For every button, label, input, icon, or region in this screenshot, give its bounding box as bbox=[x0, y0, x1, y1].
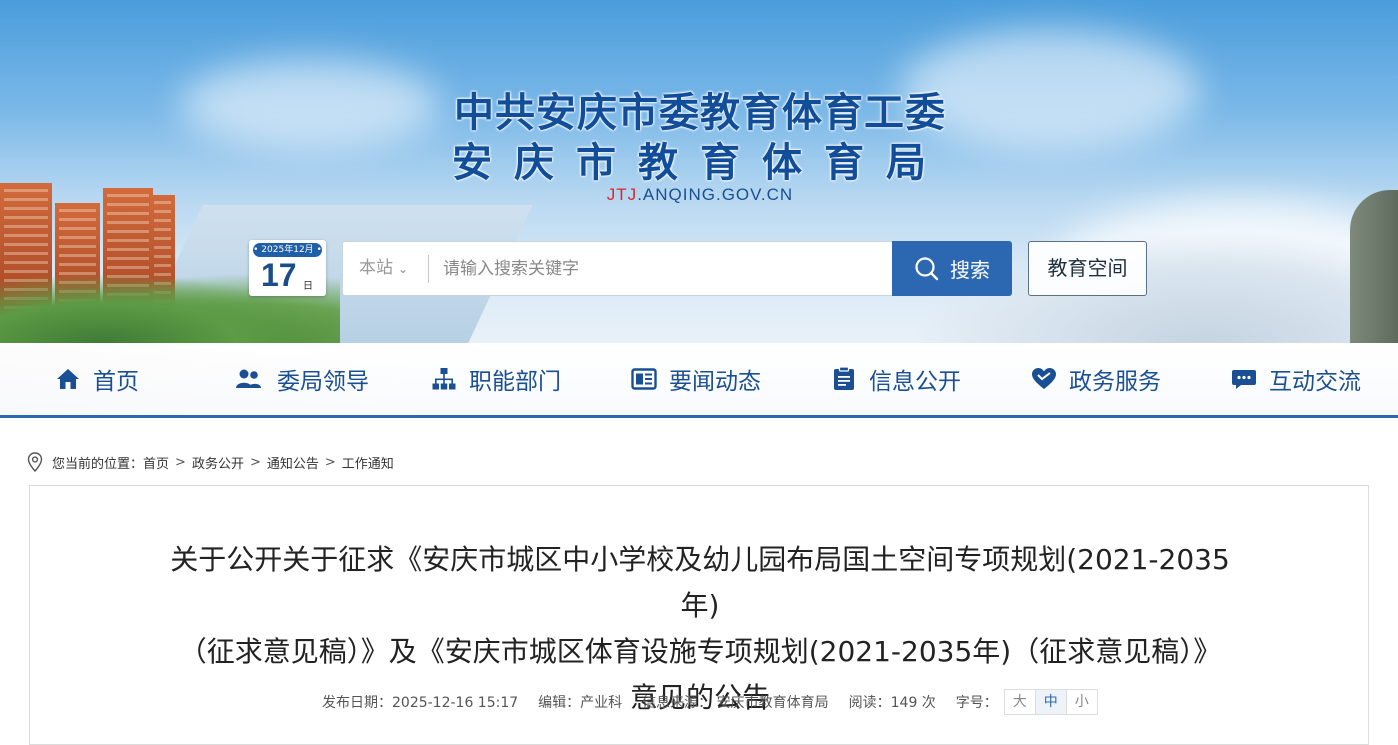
chevron-down-icon: ⌄ bbox=[398, 262, 409, 276]
article-meta: 发布日期：2025-12-16 15:17 编辑：产业科 信息来源： 安庆市教育… bbox=[322, 689, 1098, 715]
font-size-switcher: 大 中 小 bbox=[1003, 689, 1098, 715]
search-bar: 本站 ⌄ 搜索 bbox=[342, 241, 1012, 296]
location-pin-icon bbox=[27, 452, 43, 472]
nav-item-interaction[interactable]: 互动交流 bbox=[1231, 343, 1361, 415]
chat-icon bbox=[1232, 370, 1256, 389]
nav-label: 要闻动态 bbox=[669, 369, 761, 395]
domain-prefix: JTJ bbox=[606, 185, 638, 204]
document-icon bbox=[834, 366, 854, 390]
breadcrumb-separator: > bbox=[324, 454, 336, 470]
article-title-line2: （征求意见稿）》及《安庆市城区体育设施专项规划(2021-2035年)（征求意见… bbox=[178, 635, 1222, 668]
users-icon bbox=[236, 369, 261, 388]
search-input[interactable] bbox=[431, 248, 895, 290]
main-nav: 首页 委局领导 职能部门 要闻动态 信息公开 政务服务 互动交流 bbox=[0, 343, 1398, 418]
read-count: 阅读：149 次 bbox=[848, 695, 936, 711]
site-title-line2: 安庆市教育体育局 bbox=[452, 140, 948, 186]
article-title-line1: 关于公开关于征求《安庆市城区中小学校及幼儿园布局国土空间专项规划(2021-20… bbox=[170, 543, 1230, 622]
publish-date: 发布日期：2025-12-16 15:17 bbox=[322, 695, 519, 711]
newspaper-icon bbox=[631, 368, 657, 390]
nav-item-leaders[interactable]: 委局领导 bbox=[231, 343, 369, 415]
breadcrumb-separator: > bbox=[249, 454, 261, 470]
date-year-month: • 2025年12月 • bbox=[253, 243, 322, 257]
font-size-label: 字号： bbox=[955, 695, 998, 711]
nav-label: 委局领导 bbox=[277, 369, 369, 395]
breadcrumb-notices[interactable]: 通知公告 bbox=[267, 453, 319, 472]
nav-label: 政务服务 bbox=[1069, 369, 1161, 395]
breadcrumb: 您当前的位置： 首页 > 政务公开 > 通知公告 > 工作通知 bbox=[27, 452, 394, 472]
breadcrumb-separator: > bbox=[175, 454, 186, 470]
domain-suffix: .ANQING.GOV.CN bbox=[637, 185, 794, 204]
editor: 编辑：产业科 bbox=[538, 695, 623, 711]
org-chart-icon bbox=[432, 368, 456, 390]
font-size-large-button[interactable]: 大 bbox=[1005, 690, 1036, 714]
search-button[interactable]: 搜索 bbox=[892, 241, 1012, 296]
search-button-label: 搜索 bbox=[950, 258, 990, 282]
date-card: • 2025年12月 • 17 日 bbox=[249, 240, 326, 296]
heart-icon bbox=[1032, 368, 1056, 389]
breadcrumb-home[interactable]: 首页 bbox=[143, 453, 169, 472]
breadcrumb-work-notices[interactable]: 工作通知 bbox=[342, 453, 394, 472]
nav-label: 信息公开 bbox=[869, 369, 961, 395]
article-panel: 关于公开关于征求《安庆市城区中小学校及幼儿园布局国土空间专项规划(2021-20… bbox=[29, 485, 1369, 745]
search-divider bbox=[428, 255, 429, 283]
font-size-small-button[interactable]: 小 bbox=[1067, 690, 1097, 714]
font-size-medium-button[interactable]: 中 bbox=[1035, 690, 1067, 714]
search-scope-label: 本站 bbox=[359, 258, 393, 278]
site-domain: JTJ.ANQING.GOV.CN bbox=[449, 185, 951, 205]
nav-label: 首页 bbox=[93, 369, 139, 395]
home-icon bbox=[57, 369, 79, 389]
edu-space-button[interactable]: 教育空间 bbox=[1028, 241, 1147, 296]
date-day-unit: 日 bbox=[303, 281, 313, 292]
date-day: 17 bbox=[261, 257, 297, 293]
nav-item-news[interactable]: 要闻动态 bbox=[631, 343, 761, 415]
search-icon bbox=[915, 256, 939, 280]
search-scope-select[interactable]: 本站 ⌄ bbox=[343, 242, 429, 295]
nav-item-info-disclosure[interactable]: 信息公开 bbox=[831, 343, 961, 415]
nav-label: 互动交流 bbox=[1269, 369, 1361, 395]
breadcrumb-gov-affairs[interactable]: 政务公开 bbox=[192, 453, 244, 472]
nav-label: 职能部门 bbox=[469, 369, 561, 395]
info-source: 信息来源： 安庆市教育体育局 bbox=[642, 695, 829, 711]
nav-item-departments[interactable]: 职能部门 bbox=[431, 343, 561, 415]
nav-item-gov-services[interactable]: 政务服务 bbox=[1031, 343, 1161, 415]
breadcrumb-prefix: 您当前的位置： bbox=[52, 456, 144, 472]
nav-item-home[interactable]: 首页 bbox=[55, 343, 139, 415]
